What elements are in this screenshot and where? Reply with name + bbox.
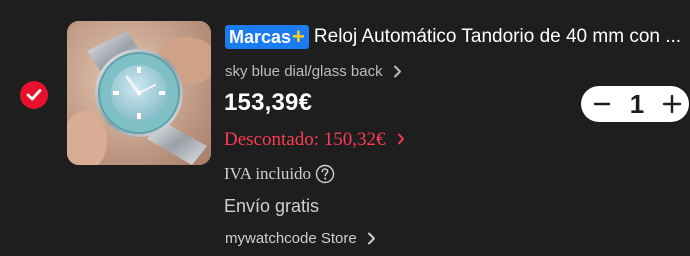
store-link[interactable]: mywatchcode Store	[225, 228, 376, 249]
brand-badge-label: Marcas	[229, 27, 292, 47]
chevron-right-icon	[397, 129, 405, 151]
cart-item-card: Marcas + Reloj Automático Tandorio de 40…	[0, 0, 690, 256]
brand-plus-icon: +	[292, 24, 305, 49]
chevron-right-icon	[367, 232, 376, 249]
quantity-stepper: 1	[581, 86, 689, 122]
product-thumbnail[interactable]	[67, 21, 211, 165]
question-circle-icon[interactable]	[315, 164, 335, 184]
product-title: Reloj Automático Tandorio de 40 mm con .…	[313, 26, 682, 47]
check-icon	[26, 89, 42, 101]
product-title-row[interactable]: Marcas + Reloj Automático Tandorio de 40…	[225, 24, 690, 50]
store-name: mywatchcode Store	[225, 230, 357, 247]
shipping-info: Envío gratis	[224, 196, 320, 216]
quantity-value[interactable]: 1	[630, 89, 644, 120]
discount-price-link[interactable]: Descontado: 150,32€	[224, 129, 405, 151]
discount-label: Descontado: 150,32€	[224, 129, 386, 150]
vat-info: IVA incluido	[224, 164, 335, 184]
plus-icon	[662, 94, 682, 114]
chevron-right-icon	[393, 65, 402, 82]
brand-badge: Marcas +	[225, 25, 309, 49]
increase-quantity-button[interactable]	[659, 89, 685, 119]
item-select-checkbox[interactable]	[20, 81, 48, 109]
variant-label: sky blue dial/glass back	[225, 63, 383, 80]
vat-label: IVA incluido	[224, 164, 312, 183]
decrease-quantity-button[interactable]	[589, 89, 615, 119]
item-price: 153,39€	[224, 89, 313, 116]
watch-image	[67, 21, 211, 165]
minus-icon	[593, 102, 611, 106]
variant-selector[interactable]: sky blue dial/glass back	[225, 61, 402, 82]
